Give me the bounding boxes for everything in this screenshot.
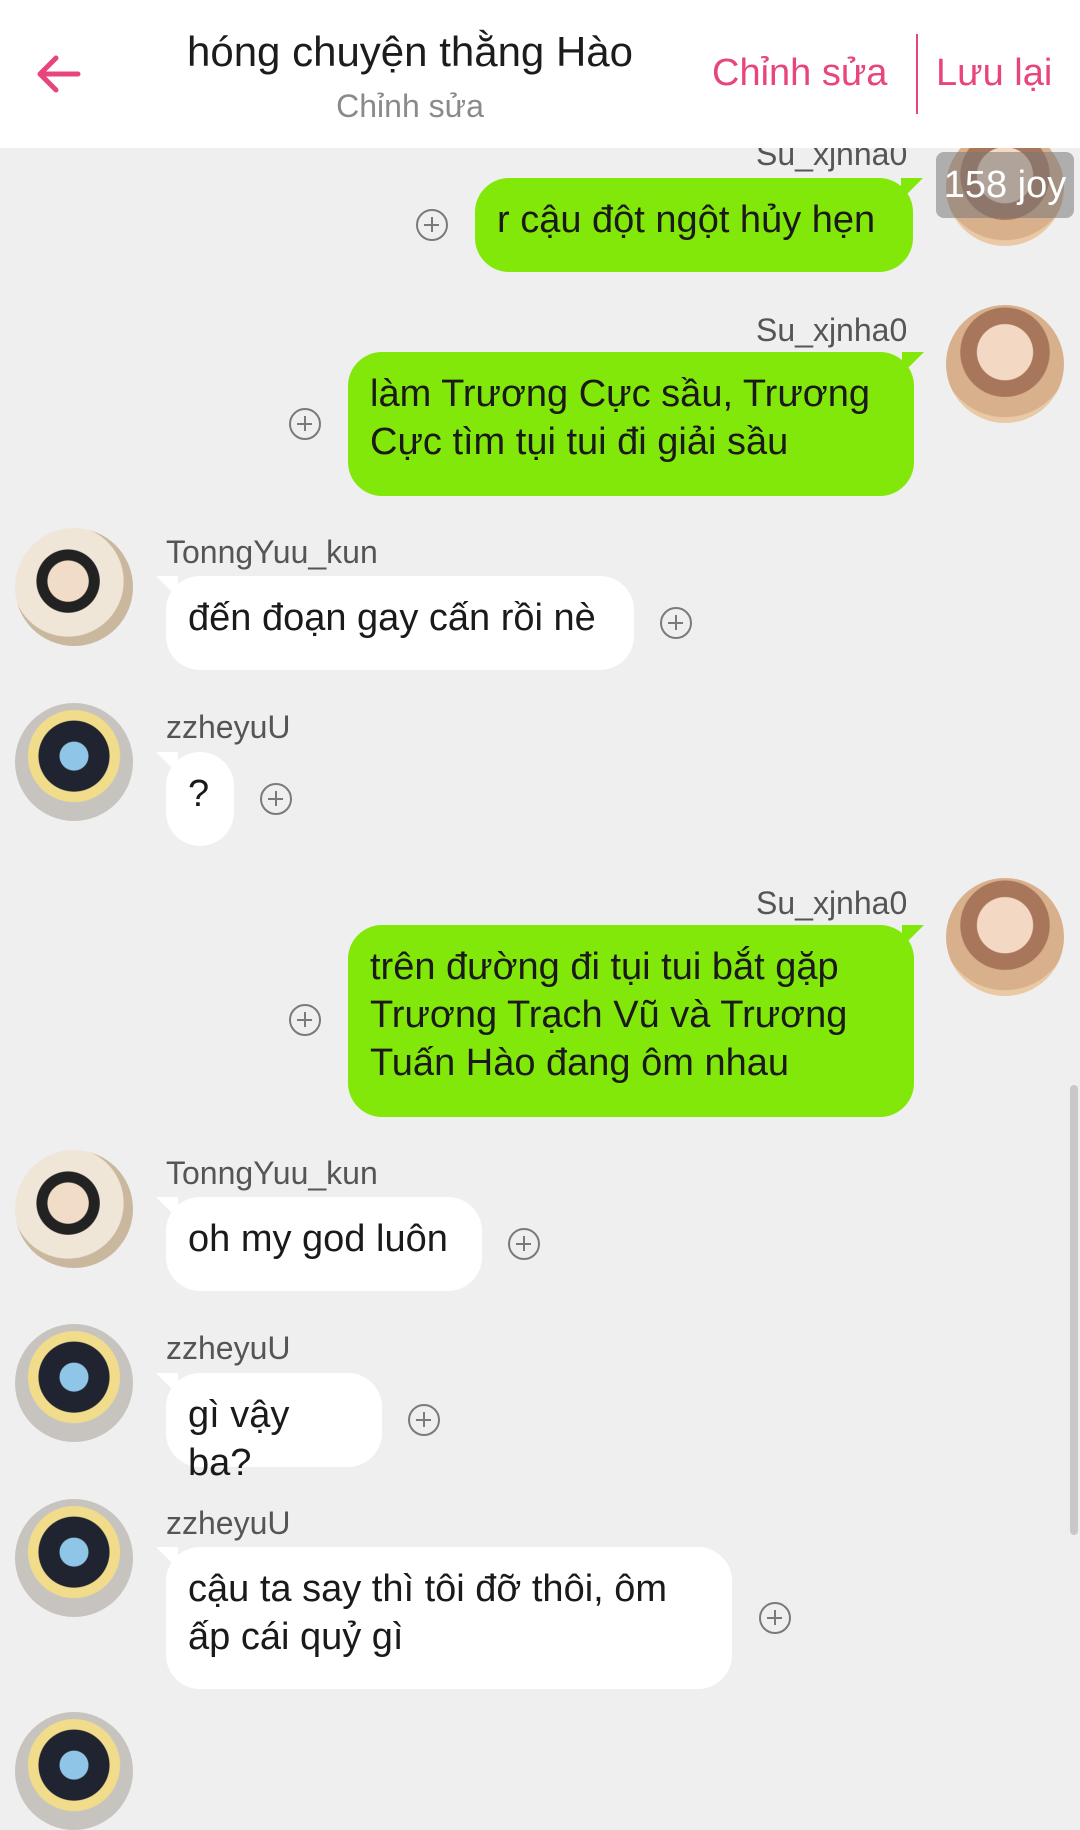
chat-area: Su_xjnha0 r cậu đột ngột hủy hẹn Su_xjnh… xyxy=(0,0,1080,1830)
page-title: hóng chuyện thằng Hào xyxy=(186,28,634,75)
add-reaction-button[interactable] xyxy=(408,1404,440,1436)
edit-button[interactable]: Chỉnh sửa xyxy=(712,52,887,95)
add-reaction-button[interactable] xyxy=(289,1004,321,1036)
message-bubble[interactable]: cậu ta say thì tôi đỡ thôi, ôm ấp cái qu… xyxy=(156,1547,732,1689)
avatar[interactable] xyxy=(15,1712,133,1830)
message-text-line: oh my god luôn xyxy=(188,1218,448,1260)
message-text-line: ? xyxy=(188,773,210,815)
avatar[interactable] xyxy=(946,305,1064,423)
sender-name: zzheyuU xyxy=(166,709,291,745)
avatar[interactable] xyxy=(15,528,133,646)
joy-badge: 158 joy xyxy=(936,152,1074,218)
scrollbar[interactable] xyxy=(1070,1085,1078,1535)
message-text-line: cậu ta say thì tôi đỡ thôi, ôm xyxy=(188,1568,668,1610)
add-reaction-button[interactable] xyxy=(289,408,321,440)
sender-name: Su_xjnha0 xyxy=(756,312,908,348)
avatar[interactable] xyxy=(15,703,133,821)
add-reaction-button[interactable] xyxy=(260,783,292,815)
message-bubble[interactable]: trên đường đi tụi tui bắt gặp Trương Trạ… xyxy=(348,925,924,1117)
message-text-line: Tuấn Hào đang ôm nhau xyxy=(370,1042,790,1084)
message-text-line: Cực tìm tụi tui đi giải sầu xyxy=(370,421,789,463)
message-text-line: Trương Trạch Vũ và Trương xyxy=(370,994,848,1036)
message-bubble[interactable]: làm Trương Cực sầu, Trương Cực tìm tụi t… xyxy=(348,352,924,496)
save-button[interactable]: Lưu lại xyxy=(936,52,1052,95)
top-bar: hóng chuyện thằng Hào Chỉnh sửa Chỉnh sử… xyxy=(0,0,1080,148)
avatar[interactable] xyxy=(15,1150,133,1268)
message-bubble[interactable]: đến đoạn gay cấn rồi nè xyxy=(156,576,634,670)
sender-name: zzheyuU xyxy=(166,1505,291,1541)
message-text-line: ấp cái quỷ gì xyxy=(188,1616,404,1658)
add-reaction-button[interactable] xyxy=(660,607,692,639)
page-subtitle: Chỉnh sửa xyxy=(336,88,484,124)
sender-name: Su_xjnha0 xyxy=(756,885,908,921)
message-bubble[interactable]: gì vậy ba? xyxy=(156,1373,382,1484)
message-text-line: r cậu đột ngột hủy hẹn xyxy=(497,199,876,241)
sender-name: TonngYuu_kun xyxy=(166,1155,378,1191)
message-text-line: gì vậy ba? xyxy=(188,1394,290,1484)
add-reaction-button[interactable] xyxy=(508,1228,540,1260)
avatar[interactable] xyxy=(15,1324,133,1442)
sender-name: zzheyuU xyxy=(166,1330,291,1366)
message-bubble[interactable]: oh my god luôn xyxy=(156,1197,482,1291)
avatar[interactable] xyxy=(946,878,1064,996)
message-text-line: làm Trương Cực sầu, Trương xyxy=(370,373,870,415)
back-button[interactable] xyxy=(30,46,86,102)
sender-name: TonngYuu_kun xyxy=(166,534,378,570)
add-reaction-button[interactable] xyxy=(416,209,448,241)
avatar[interactable] xyxy=(15,1499,133,1617)
add-reaction-button[interactable] xyxy=(759,1602,791,1634)
message-text-line: đến đoạn gay cấn rồi nè xyxy=(188,597,596,639)
message-text-line: trên đường đi tụi tui bắt gặp xyxy=(370,946,839,988)
message-bubble[interactable]: ? xyxy=(156,752,234,846)
back-arrow-icon xyxy=(37,55,81,93)
message-bubble[interactable]: r cậu đột ngột hủy hẹn xyxy=(475,178,923,272)
header-divider xyxy=(916,34,918,114)
